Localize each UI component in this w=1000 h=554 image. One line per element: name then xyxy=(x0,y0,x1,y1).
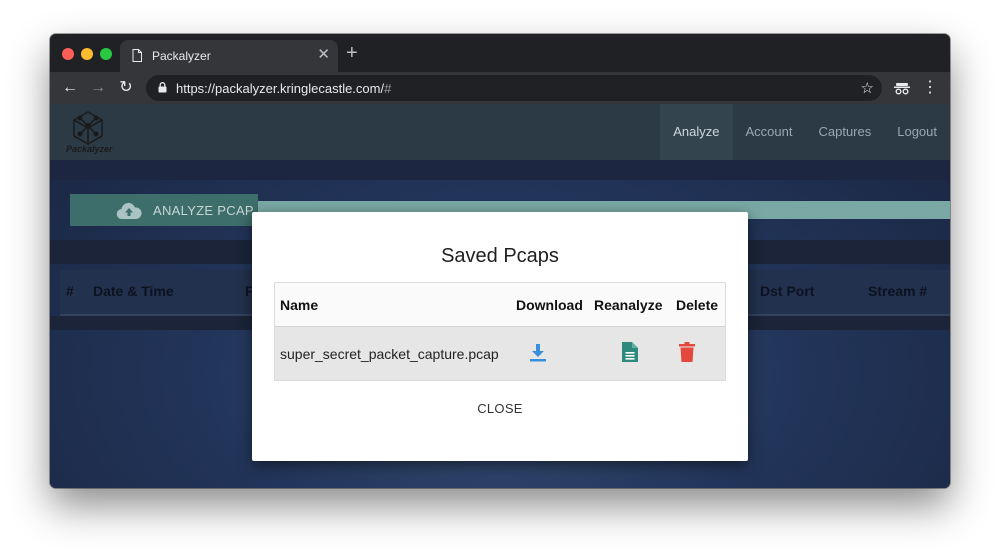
site-header: Packalyzer Analyze Account Captures Logo… xyxy=(50,104,950,160)
nav-captures[interactable]: Captures xyxy=(805,104,884,160)
header-date-time: Date & Time xyxy=(93,283,174,299)
header-stream: Stream # xyxy=(868,283,928,299)
minimize-window-button[interactable] xyxy=(81,48,93,60)
document-icon[interactable] xyxy=(621,341,639,363)
url-text: https://packalyzer.kringlecastle.com/# xyxy=(176,81,391,96)
reanalyze-cell xyxy=(589,326,671,381)
browser-menu-icon[interactable]: ⋮ xyxy=(920,78,940,98)
tab-strip: Packalyzer ✕ + xyxy=(50,34,950,72)
column-name: Name xyxy=(274,282,511,327)
saved-pcaps-modal: Saved Pcaps Name Download Reanalyze Dele… xyxy=(252,212,748,461)
download-icon[interactable] xyxy=(529,343,547,362)
lock-icon xyxy=(158,82,167,93)
address-bar[interactable]: https://packalyzer.kringlecastle.com/# ☆ xyxy=(146,75,882,101)
incognito-icon[interactable] xyxy=(892,78,912,98)
analyze-label: ANALYZE PCAP xyxy=(153,203,254,218)
bookmark-star-icon[interactable]: ☆ xyxy=(861,79,874,97)
cloud-upload-icon xyxy=(116,202,142,220)
trash-icon[interactable] xyxy=(679,342,695,362)
download-cell xyxy=(511,326,589,381)
modal-title: Saved Pcaps xyxy=(441,245,559,267)
main-nav: Analyze Account Captures Logout xyxy=(660,104,950,160)
column-reanalyze: Reanalyze xyxy=(589,282,671,327)
nav-logout[interactable]: Logout xyxy=(884,104,950,160)
url-hash: # xyxy=(384,81,392,96)
header-dst-port: Dst Port xyxy=(760,283,815,299)
maximize-window-button[interactable] xyxy=(100,48,112,60)
column-download: Download xyxy=(511,282,589,327)
nav-account[interactable]: Account xyxy=(733,104,806,160)
tab-title: Packalyzer xyxy=(152,49,211,63)
close-modal-button[interactable]: CLOSE xyxy=(252,401,748,416)
reload-icon[interactable]: ↻ xyxy=(116,78,136,98)
page-icon xyxy=(132,49,142,62)
back-icon[interactable]: ← xyxy=(60,78,80,98)
logo-text: Packalyzer xyxy=(66,144,113,154)
page-content: Packalyzer Analyze Account Captures Logo… xyxy=(50,104,950,488)
browser-toolbar: ← → ↻ https://packalyzer.kringlecastle.c… xyxy=(50,72,950,104)
browser-window: Packalyzer ✕ + ← → ↻ https://packalyzer.… xyxy=(50,34,950,488)
pcap-filename: super_secret_packet_capture.pcap xyxy=(274,326,511,381)
delete-cell xyxy=(671,326,726,381)
pcap-table-header-row: Name Download Reanalyze Delete xyxy=(274,282,726,327)
new-tab-icon[interactable]: + xyxy=(346,43,358,63)
forward-icon[interactable]: → xyxy=(88,78,108,98)
close-window-button[interactable] xyxy=(62,48,74,60)
pcap-table: Name Download Reanalyze Delete super_sec… xyxy=(274,282,726,381)
tab-close-icon[interactable]: ✕ xyxy=(317,47,330,63)
divider-band xyxy=(50,160,950,180)
url-main: https://packalyzer.kringlecastle.com/ xyxy=(176,81,385,96)
column-delete: Delete xyxy=(671,282,726,327)
nav-analyze[interactable]: Analyze xyxy=(660,104,733,160)
browser-tab[interactable]: Packalyzer ✕ xyxy=(120,40,338,72)
table-row: super_secret_packet_capture.pcap xyxy=(274,326,726,381)
analyze-pcap-button[interactable]: ANALYZE PCAP xyxy=(70,194,258,226)
header-index: # xyxy=(66,283,74,299)
